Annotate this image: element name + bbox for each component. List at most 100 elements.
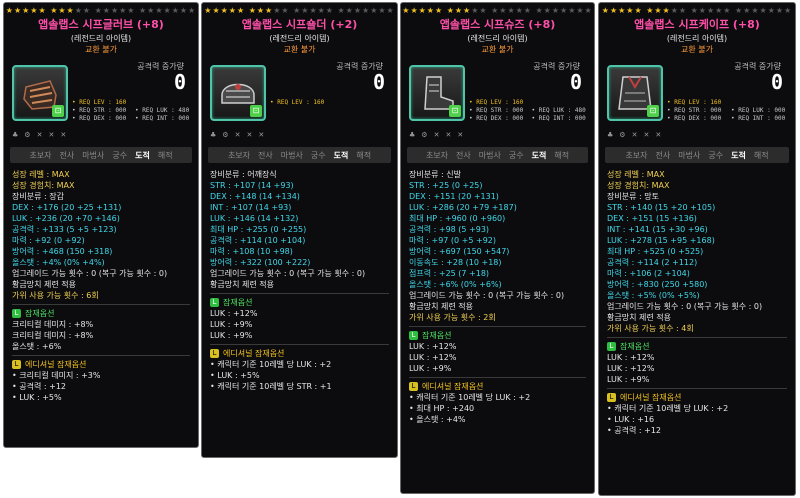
rarity-label: (레전드리 아이템) [70, 34, 132, 43]
star-icon: ★ [386, 6, 395, 15]
item-header: ⊡ 공격력 증가량 0 • REQ LEV : 160 • REQ STR : 000 •… [599, 61, 795, 127]
stat-line: 방어력 : +830 (250 +580) [607, 280, 708, 289]
stat-line: 이동속도 : +28 (10 +18) [409, 258, 502, 267]
cross-icon: ✕ [643, 130, 650, 139]
star-icon: ★ [515, 6, 524, 15]
star-icon: ★ [236, 6, 246, 15]
star-icon: ★ [163, 6, 172, 15]
star-icon: ★ [13, 6, 23, 15]
job-label: 전사 [258, 150, 273, 160]
job-label: 초보자 [29, 150, 52, 160]
stat-line: 장비분류 : 어깨장식 [210, 170, 277, 179]
stat-line: 업그레이드 가능 횟수 : 0 (복구 가능 횟수 : 0) [210, 269, 366, 278]
stat-line: 공격력 : +133 (5 +5 +123) [12, 225, 117, 234]
additional-line: • 공격력 : +12 [12, 382, 67, 391]
star-icon: ★ [775, 6, 785, 15]
lock-icon: ⊡ [250, 105, 262, 117]
cross-icon: ✕ [246, 130, 253, 139]
status-icons-row: ♣ ⚙ ✕ ✕ ✕ [401, 127, 594, 143]
additional-line: • 캐릭터 기준 10레벨 당 LUK : +2 [409, 393, 531, 402]
additional-header: L 에디셔널 잠재옵션 [210, 348, 389, 359]
stat-line: 업그레이드 가능 횟수 : 0 (복구 가능 횟수 : 0) [12, 269, 168, 278]
additional-line: • 캐릭터 기준 10레벨 당 LUK : +2 [607, 404, 729, 413]
stat-line: 공격력 : +98 (5 +93) [409, 225, 490, 234]
job-label: 궁수 [112, 150, 128, 160]
additional-line: • 공격력 : +12 [607, 426, 662, 435]
star-icon: ★ [281, 6, 290, 15]
req-dex: • REQ DEX : 000 [72, 115, 127, 122]
star-force-row: ★★★★★ ★★★★★ ★★★★★ ★★★★★★★ [599, 5, 795, 17]
stat-line: STR : +107 (14 +93) [210, 181, 294, 190]
item-header: ⊡ 공격력 증가량 0 • REQ LEV : 160 • REQ STR : 000 •… [4, 61, 198, 127]
lock-icon: ⊡ [647, 105, 659, 117]
star-icon: ★ [767, 6, 776, 15]
star-icon: ★ [543, 6, 552, 15]
stat-line: 마력 : +97 (0 +5 +92) [409, 236, 497, 245]
gear-icon: ⚙ [222, 130, 229, 139]
star-icon: ★ [670, 6, 679, 15]
stat-line: 황금망치 제련 적용 [409, 302, 473, 311]
additional-line: • 크리티컬 데미지 : +3% [12, 371, 101, 380]
item-tooltip: ★★★★★ ★★★★★ ★★★★★ ★★★★★★★ 앱솔랩스 시프슈즈 (+8) (… [400, 2, 595, 494]
star-icon: ★ [523, 6, 532, 15]
trade-status: 교환 불가 [481, 45, 514, 54]
potential-line: LUK : +9% [607, 375, 650, 384]
job-row: 초보자 전사 마법사 궁수 도적 해적 [407, 147, 588, 163]
divider [409, 326, 586, 327]
trade-status: 교환 불가 [85, 45, 117, 54]
additional-grade-icon: L [210, 349, 219, 358]
job-label: 해적 [356, 150, 372, 160]
requirements: • REQ LEV : 160 [270, 99, 391, 107]
item-title: 앱솔랩스 시프숄더 (+2) [241, 18, 358, 31]
stat-line: 장비분류 : 신발 [409, 170, 461, 179]
star-icon: ★ [576, 6, 585, 15]
star-icon: ★ [171, 6, 180, 15]
star-icon: ★ [678, 6, 688, 15]
potential-line: LUK : +9% [210, 331, 253, 340]
star-icon: ★ [535, 6, 544, 15]
potential-line: LUK : +12% [210, 309, 258, 318]
job-row: 초보자 전사 마법사 궁수 도적 해적 [605, 147, 789, 163]
star-icon: ★ [609, 6, 619, 15]
job-label: 도적 [531, 150, 547, 160]
req-lev: • REQ LEV : 160 [469, 99, 524, 106]
stat-line: 황금망치 제련 적용 [210, 280, 274, 289]
star-icon: ★ [662, 6, 671, 15]
pet-icon: ♣ [12, 130, 19, 139]
star-icon: ★ [82, 6, 92, 15]
star-icon: ★ [337, 6, 346, 15]
cross-icon: ✕ [433, 130, 440, 139]
rarity-label: (레전드리 아이템) [467, 34, 528, 43]
req-dex: • REQ DEX : 000 [469, 115, 524, 122]
potential-line: 크리티컬 데미지 : +8% [12, 331, 94, 340]
cross-icon: ✕ [457, 130, 464, 139]
additional-header: L 에디셔널 잠재옵션 [607, 392, 787, 403]
item-header: ⊡ 공격력 증가량 0 • REQ LEV : 160 [202, 61, 397, 127]
additional-line: • LUK : +16 [607, 415, 655, 424]
divider [210, 293, 389, 294]
potential-header: L 잠재옵션 [409, 330, 586, 341]
job-label: 마법사 [478, 150, 501, 160]
stat-line: LUK : +146 (14 +132) [210, 214, 299, 223]
atk-increase-value: 0 [372, 70, 385, 94]
potential-grade-icon: L [12, 309, 21, 318]
star-force-row: ★★★★★ ★★★★★ ★★★★★ ★★★★★★★ [202, 5, 397, 17]
trade-status: 교환 불가 [283, 45, 316, 54]
stat-line: 방어력 : +322 (100 +222) [210, 258, 311, 267]
star-icon: ★ [784, 6, 793, 15]
stat-line: 공격력 : +114 (10 +104) [210, 236, 306, 245]
req-lev: • REQ LEV : 160 [667, 99, 722, 106]
stat-line: 장비분류 : 망토 [607, 192, 659, 201]
potential-line: LUK : +12% [409, 353, 457, 362]
star-icon: ★ [353, 6, 363, 15]
pet-icon: ♣ [607, 130, 614, 139]
star-icon: ★ [74, 6, 83, 15]
req-lev: • REQ LEV : 160 [72, 99, 127, 106]
additional-line: • 캐릭터 기준 10레벨 당 LUK : +2 [210, 360, 332, 369]
stat-line: INT : +141 (15 +30 +96) [607, 225, 708, 234]
stat-line: 황금망치 제련 적용 [607, 313, 671, 322]
req-int: • REQ INT : 000 [531, 115, 586, 122]
status-icons-row: ♣ ⚙ ✕ ✕ ✕ [4, 127, 198, 143]
divider [12, 304, 190, 305]
stat-line: LUK : +286 (20 +79 +187) [409, 203, 517, 212]
